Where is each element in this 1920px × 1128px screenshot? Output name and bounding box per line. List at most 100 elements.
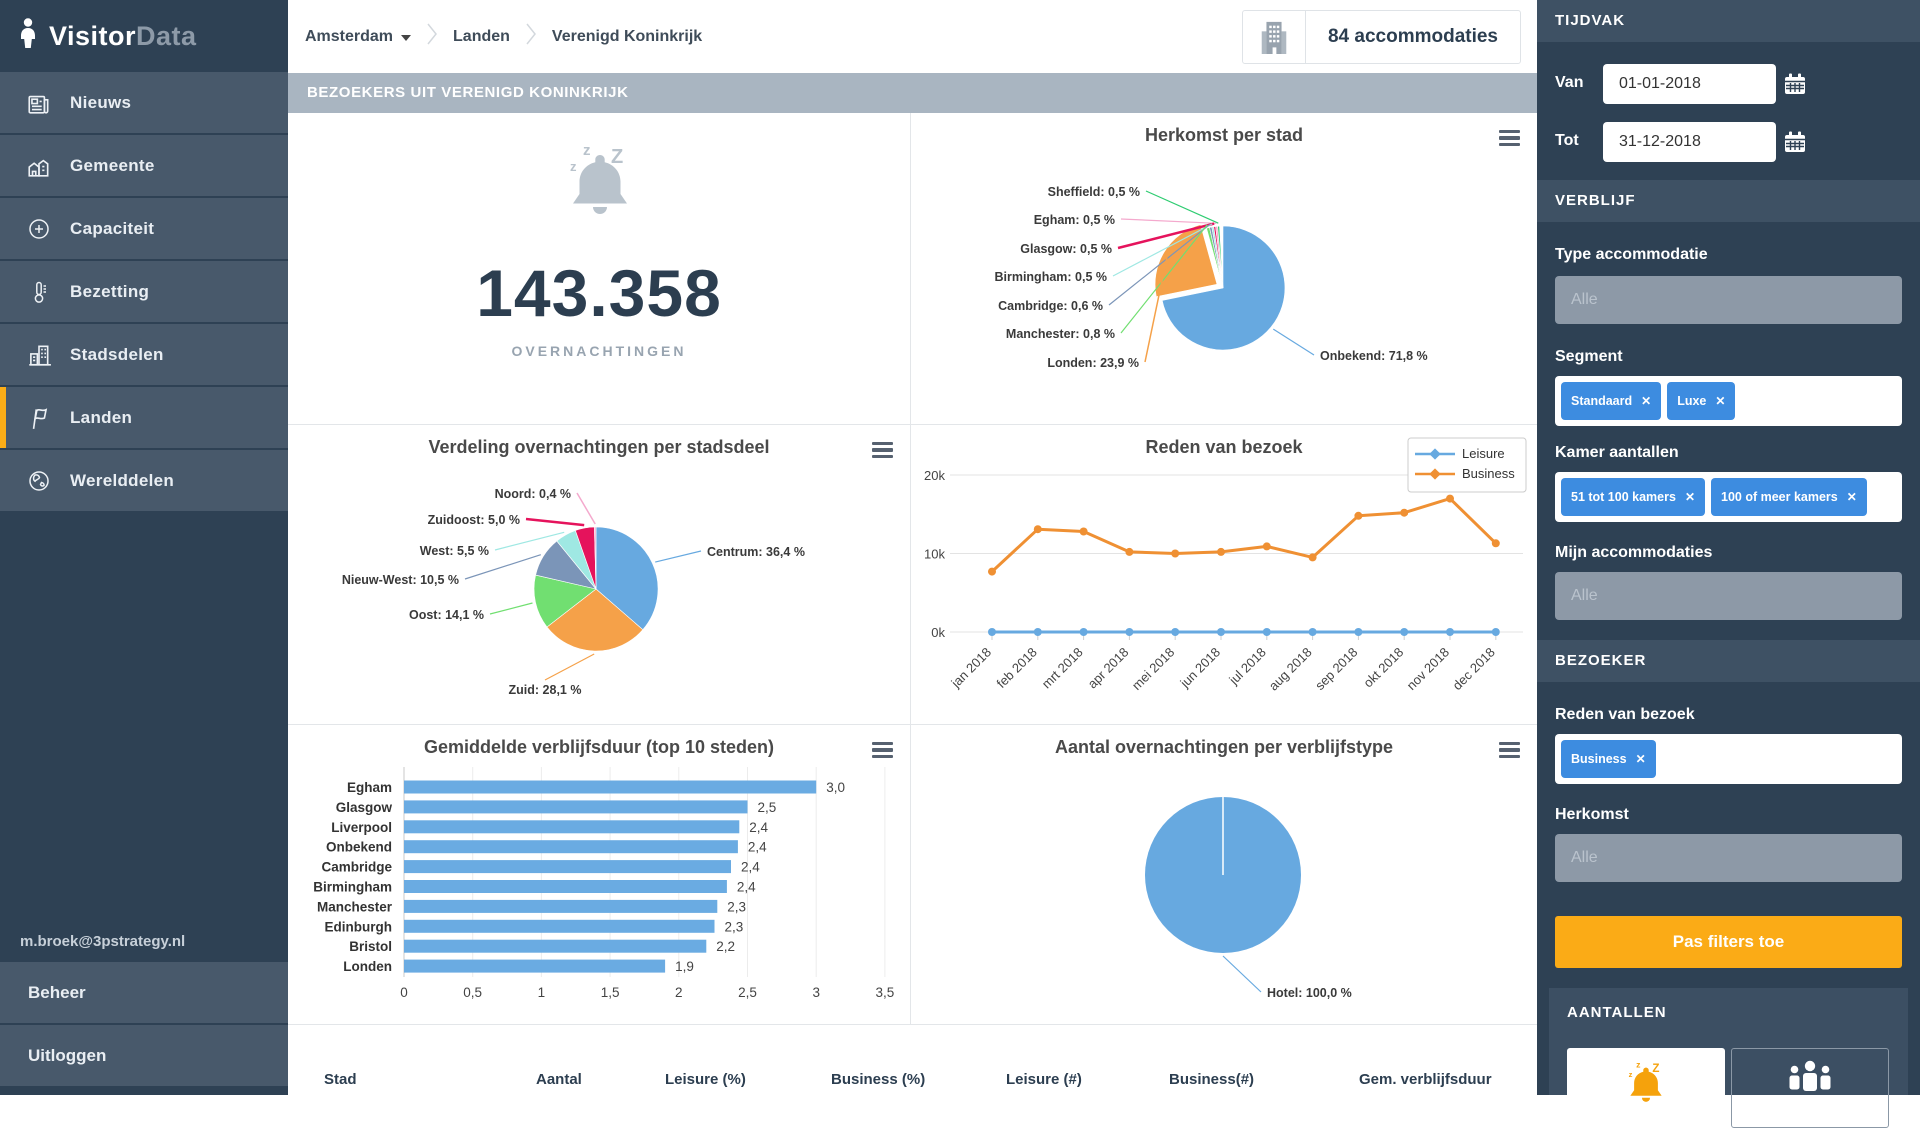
duration-bar-card: Gemiddelde verblijfsduur (top 10 steden)… [288, 725, 911, 1025]
svg-text:2,4: 2,4 [748, 840, 767, 855]
svg-text:3,5: 3,5 [876, 985, 895, 1000]
section-banner: BEZOEKERS UIT VERENIGD KONINKRIJK [288, 73, 1537, 113]
svg-text:Onbekend: Onbekend [326, 840, 392, 855]
segment-field[interactable]: Standaard ✕ Luxe✕ [1555, 376, 1902, 426]
kpi-value: 143.358 [288, 255, 910, 331]
sidebar-item-nieuws[interactable]: Nieuws [0, 72, 288, 133]
stay-type-pie-card: Aantal overnachtingen per verblijfstype … [911, 725, 1537, 1025]
sidebar-item-werelddelen[interactable]: Werelddelen [0, 450, 288, 511]
svg-text:Zuid: 28,1 %: Zuid: 28,1 % [509, 683, 582, 697]
filter-chip-luxe[interactable]: Luxe✕ [1667, 382, 1735, 420]
col-business-pct: Business (%) [831, 1071, 925, 1088]
flag-icon [24, 403, 54, 433]
chip-label: Standaard [1571, 394, 1632, 408]
svg-text:apr 2018: apr 2018 [1085, 645, 1132, 692]
building-icon [1243, 11, 1306, 63]
overnachtingen-toggle[interactable]: z z Z [1567, 1048, 1725, 1128]
duration-bar-chart: 00,511,522,533,5Egham3,0Glasgow2,5Liverp… [288, 725, 911, 1025]
visit-reason-card: Reden van bezoek 20k10k0kjan 2018feb 201… [911, 425, 1537, 725]
sidebar-item-gemeente[interactable]: Gemeente [0, 135, 288, 196]
breadcrumb-label: Verenigd Koninkrijk [552, 28, 702, 46]
chip-remove-icon[interactable]: ✕ [1847, 490, 1857, 504]
tot-label: Tot [1555, 132, 1579, 150]
breadcrumb-city-dropdown[interactable]: Amsterdam [305, 28, 411, 46]
breadcrumb-chevron-icon [424, 20, 440, 53]
svg-text:Z: Z [1652, 1062, 1659, 1075]
col-leisure-num: Leisure (#) [1006, 1071, 1082, 1088]
svg-text:dec 2018: dec 2018 [1449, 645, 1497, 693]
stay-type-pie-chart: Hotel: 100,0 % [911, 725, 1537, 1025]
account-email: m.broek@3pstrategy.nl [0, 920, 288, 962]
filter-chip-51-100[interactable]: 51 tot 100 kamers✕ [1561, 478, 1705, 516]
col-gem-verblijfsduur: Gem. verblijfsduur [1359, 1071, 1492, 1088]
kamer-aantallen-label: Kamer aantallen [1555, 444, 1679, 462]
chip-label: 100 of meer kamers [1721, 490, 1838, 504]
chip-label: Business [1571, 752, 1627, 766]
date-to-input[interactable] [1603, 122, 1776, 162]
chip-remove-icon[interactable]: ✕ [1641, 394, 1651, 408]
thermometer-icon [24, 277, 54, 307]
herkomst-select[interactable]: Alle [1555, 834, 1902, 882]
brand-name: VisitorData [49, 21, 197, 52]
svg-text:Egham: Egham [347, 780, 392, 795]
svg-text:Cambridge: Cambridge [321, 860, 392, 875]
district-pie-card: Verdeling overnachtingen per stadsdeel N… [288, 425, 911, 725]
type-accommodatie-select[interactable]: Alle [1555, 276, 1902, 324]
svg-text:jun 2018: jun 2018 [1177, 645, 1224, 692]
chip-remove-icon[interactable]: ✕ [1636, 752, 1646, 766]
svg-text:Londen: 23,9 %: Londen: 23,9 % [1047, 356, 1139, 370]
sidebar-item-bezetting[interactable]: Bezetting [0, 261, 288, 322]
filter-panel: TIJDVAK Van Tot VERBLIJF Type accommodat… [1537, 0, 1920, 1095]
date-from-input[interactable] [1603, 64, 1776, 104]
svg-text:Glasgow: 0,5 %: Glasgow: 0,5 % [1020, 242, 1112, 256]
calendar-icon[interactable] [1783, 130, 1807, 154]
breadcrumb-label: Landen [453, 28, 510, 46]
sidebar-item-beheer[interactable]: Beheer [0, 962, 288, 1023]
left-sidebar: VisitorData Nieuws Gemeente Capaciteit B… [0, 0, 288, 1095]
filter-chip-100-plus[interactable]: 100 of meer kamers ✕ [1711, 478, 1867, 516]
sidebar-item-landen[interactable]: Landen [0, 387, 288, 448]
svg-text:okt 2018: okt 2018 [1360, 645, 1406, 691]
svg-text:2: 2 [675, 985, 683, 1000]
sidebar-item-label: Landen [70, 408, 132, 428]
mijn-accommodaties-select[interactable]: Alle [1555, 572, 1902, 620]
sidebar-item-stadsdelen[interactable]: Stadsdelen [0, 324, 288, 385]
svg-text:1,9: 1,9 [675, 959, 694, 974]
app-logo[interactable]: VisitorData [0, 0, 288, 72]
van-label: Van [1555, 74, 1583, 92]
chip-remove-icon[interactable]: ✕ [1685, 490, 1695, 504]
breadcrumb-landen[interactable]: Landen [453, 28, 510, 46]
svg-text:Glasgow: Glasgow [336, 800, 393, 815]
bezoekers-toggle[interactable] [1731, 1048, 1889, 1128]
svg-text:0,5: 0,5 [463, 985, 482, 1000]
filter-chip-standaard[interactable]: Standaard ✕ [1561, 382, 1661, 420]
svg-text:feb 2018: feb 2018 [994, 645, 1040, 691]
svg-text:Londen: Londen [343, 959, 392, 974]
chip-remove-icon[interactable]: ✕ [1715, 394, 1725, 408]
svg-text:z: z [583, 142, 591, 159]
kamer-aantallen-field[interactable]: 51 tot 100 kamers✕ 100 of meer kamers ✕ [1555, 472, 1902, 522]
svg-text:10k: 10k [924, 547, 945, 562]
sidebar-item-capaciteit[interactable]: Capaciteit [0, 198, 288, 259]
aantallen-title: AANTALLEN [1549, 988, 1908, 1021]
filter-chip-business[interactable]: Business ✕ [1561, 740, 1656, 778]
svg-text:Manchester: Manchester [317, 899, 393, 914]
accommodations-count: 84 accommodaties [1306, 11, 1520, 63]
svg-text:2,4: 2,4 [749, 820, 768, 835]
apply-filters-button[interactable]: Pas filters toe [1555, 916, 1902, 968]
svg-text:Noord: 0,4 %: Noord: 0,4 % [495, 487, 571, 501]
calendar-icon[interactable] [1783, 72, 1807, 96]
svg-text:Liverpool: Liverpool [331, 820, 392, 835]
mijn-accommodaties-label: Mijn accommodaties [1555, 544, 1712, 562]
svg-text:1,5: 1,5 [601, 985, 620, 1000]
section-header-verblijf: VERBLIJF [1537, 180, 1920, 222]
sidebar-item-label: Bezetting [70, 282, 149, 302]
breadcrumb-current: Verenigd Koninkrijk [552, 28, 702, 46]
svg-text:Sheffield: 0,5 %: Sheffield: 0,5 % [1048, 185, 1140, 199]
col-business-num: Business(#) [1169, 1071, 1254, 1088]
circle-plus-icon [24, 214, 54, 244]
svg-text:Edinburgh: Edinburgh [325, 919, 393, 934]
svg-text:Leisure: Leisure [1462, 446, 1505, 461]
sidebar-item-uitloggen[interactable]: Uitloggen [0, 1025, 288, 1086]
reden-van-bezoek-field[interactable]: Business ✕ [1555, 734, 1902, 784]
